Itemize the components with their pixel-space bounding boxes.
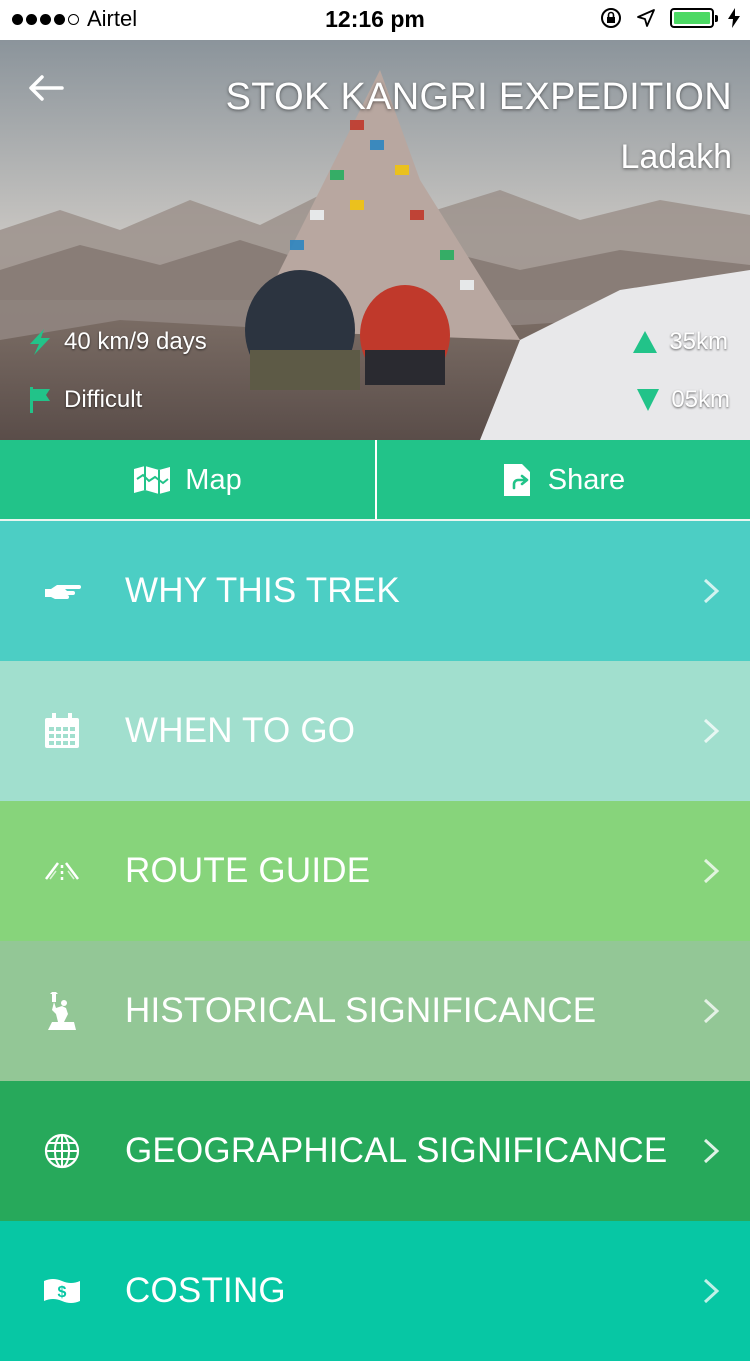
- svg-text:$: $: [58, 1284, 67, 1301]
- share-button[interactable]: Share: [375, 440, 750, 520]
- difficulty-stat: Difficult: [30, 386, 142, 414]
- back-arrow-icon[interactable]: [26, 72, 66, 104]
- ascent-value: 35km: [669, 328, 728, 355]
- menu-item-label: COSTING: [125, 1271, 286, 1310]
- globe-icon: [42, 1131, 82, 1171]
- trek-info-menu: WHY THIS TREK WHEN TO GO ROUTE GUIDE HIS…: [0, 521, 750, 1361]
- difficulty-value: Difficult: [64, 386, 143, 413]
- menu-item-costing[interactable]: $ COSTING: [0, 1221, 750, 1361]
- calendar-icon: [42, 711, 82, 751]
- share-icon: [503, 464, 530, 496]
- menu-item-historical-significance[interactable]: HISTORICAL SIGNIFICANCE: [0, 941, 750, 1081]
- down-triangle-icon: [637, 389, 660, 411]
- map-icon: [134, 466, 171, 494]
- menu-item-when-to-go[interactable]: WHEN TO GO: [0, 661, 750, 801]
- location-arrow-icon: [637, 9, 655, 27]
- share-label: Share: [547, 463, 626, 496]
- chevron-right-icon: [703, 1138, 720, 1164]
- menu-item-label: WHEN TO GO: [125, 711, 356, 750]
- up-triangle-icon: [633, 331, 658, 353]
- menu-item-label: GEOGRAPHICAL SIGNIFICANCE: [125, 1131, 668, 1170]
- descent-value: 05km: [671, 386, 730, 413]
- distance-duration-value: 40 km/9 days: [64, 328, 207, 355]
- road-icon: [42, 851, 82, 891]
- charging-bolt-icon: [728, 8, 740, 28]
- orientation-lock-icon: [601, 8, 621, 28]
- menu-item-label: WHY THIS TREK: [125, 571, 400, 610]
- battery-icon: [670, 8, 718, 28]
- chevron-right-icon: [703, 1278, 720, 1304]
- pointing-hand-icon: [42, 571, 82, 611]
- menu-item-label: ROUTE GUIDE: [125, 851, 371, 890]
- chevron-right-icon: [703, 718, 720, 744]
- statue-of-liberty-icon: [42, 991, 82, 1031]
- menu-item-route-guide[interactable]: ROUTE GUIDE: [0, 801, 750, 941]
- lightning-icon: [30, 329, 50, 355]
- chevron-right-icon: [703, 858, 720, 884]
- money-icon: $: [42, 1271, 82, 1311]
- descent-stat: 05km: [637, 386, 730, 414]
- flag-icon: [30, 387, 50, 413]
- trek-title: STOK KANGRI EXPEDITION: [225, 76, 732, 118]
- map-button[interactable]: Map: [0, 440, 375, 520]
- action-bar: Map Share: [0, 440, 750, 520]
- hero-banner: STOK KANGRI EXPEDITION Ladakh 40 km/9 da…: [0, 40, 750, 440]
- distance-duration-stat: 40 km/9 days: [28, 328, 207, 356]
- menu-item-why-this-trek[interactable]: WHY THIS TREK: [0, 521, 750, 661]
- ascent-stat: 35km: [633, 328, 728, 356]
- status-bar: Airtel 12:16 pm: [0, 0, 750, 40]
- menu-item-geographical-significance[interactable]: GEOGRAPHICAL SIGNIFICANCE: [0, 1081, 750, 1221]
- trek-region: Ladakh: [620, 138, 732, 176]
- chevron-right-icon: [703, 998, 720, 1024]
- menu-item-label: HISTORICAL SIGNIFICANCE: [125, 991, 597, 1030]
- map-label: Map: [185, 463, 242, 496]
- chevron-right-icon: [703, 578, 720, 604]
